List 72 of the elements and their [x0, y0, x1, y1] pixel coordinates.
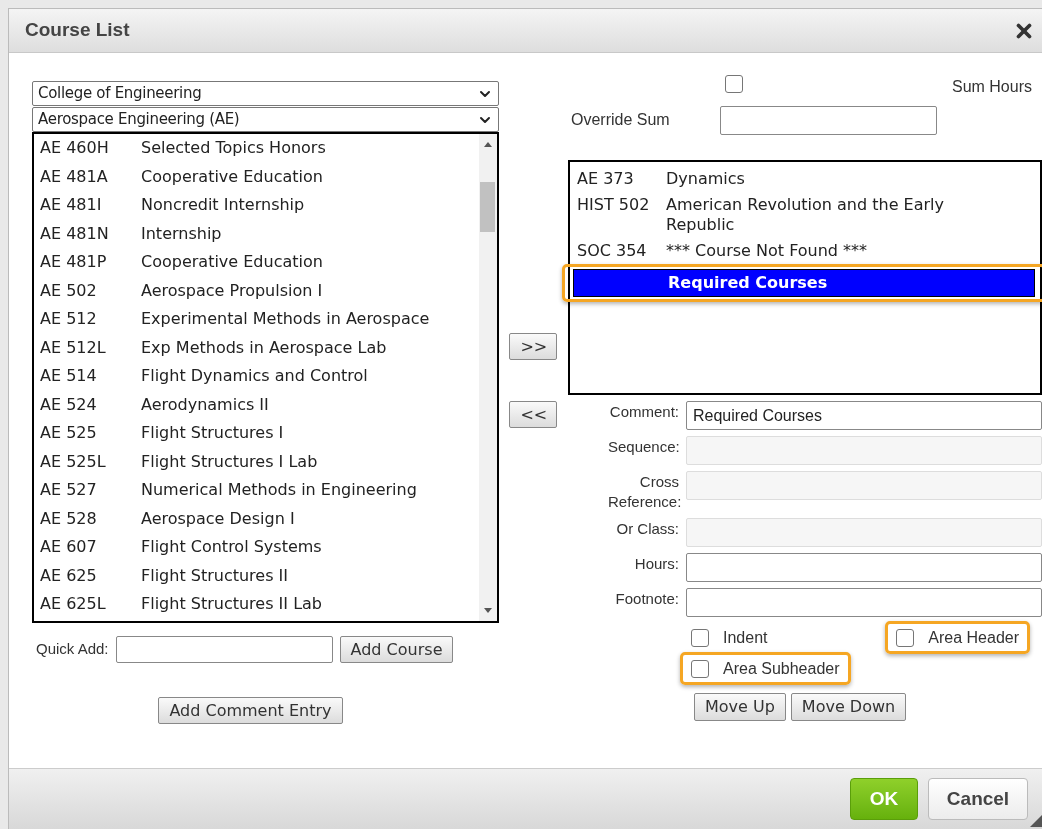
course-title[interactable]: Internship [141, 221, 222, 246]
course-title[interactable]: Flight Structures I Lab [141, 449, 318, 474]
field-label: Sequence: [607, 437, 679, 457]
course-title[interactable]: Flight Structures II [141, 563, 289, 588]
cancel-button[interactable]: Cancel [928, 778, 1028, 820]
course-title[interactable]: Numerical Methods in Engineering [141, 478, 417, 503]
quick-add-label: Quick Add: [36, 639, 109, 660]
course-code[interactable]: AE 512 [40, 307, 141, 332]
course-code[interactable]: AE 528 [40, 506, 141, 531]
course-title[interactable]: Flight Control Systems [141, 535, 322, 560]
move-button[interactable]: Move Down [790, 693, 907, 721]
scrollbar[interactable] [478, 134, 497, 621]
checkbox[interactable] [691, 659, 709, 678]
course-title[interactable]: Cooperative Education [141, 250, 323, 275]
field-label: Footnote: [614, 589, 679, 609]
course-title[interactable]: Aerospace Propulsion I [141, 278, 323, 303]
course-code[interactable]: AE 481P [40, 250, 141, 275]
form-field[interactable]: Required Courses [686, 401, 1042, 430]
field-label: Or Class: [615, 519, 679, 539]
checkbox[interactable] [896, 628, 915, 647]
course-code[interactable]: AE 625L [40, 592, 141, 617]
quick-add-field[interactable] [115, 636, 333, 663]
override-sum-field[interactable] [720, 105, 937, 135]
selected-course-row[interactable]: AE 373 Dynamics [572, 166, 1040, 192]
course-code[interactable]: AE 607 [40, 535, 141, 560]
checkbox-label: Area Subheader [723, 658, 840, 679]
add-comment-button[interactable]: Add Comment Entry [158, 697, 343, 724]
course-code[interactable]: AE 502 [40, 278, 141, 303]
remove-button[interactable]: << [509, 401, 558, 428]
course-code[interactable]: AE 514 [40, 364, 141, 389]
course-code[interactable]: AE 460H [40, 136, 141, 161]
checkbox-label: Indent [723, 627, 768, 648]
course-title[interactable]: Exp Methods in Aerospace Lab [141, 335, 387, 360]
form-field[interactable] [686, 588, 1042, 617]
dropdown[interactable]: Aerospace Engineering (AE) [32, 107, 499, 132]
scrollbar-thumb[interactable] [480, 182, 496, 232]
checkbox[interactable] [691, 628, 709, 647]
course-title[interactable]: Aerospace Design I [141, 506, 295, 531]
field-label: Cross Reference: [607, 472, 679, 512]
dropdown[interactable]: College of Engineering [32, 81, 499, 106]
course-title[interactable]: Flight Dynamics and Control [141, 364, 368, 389]
sum-hours-label: Sum Hours [951, 77, 1032, 97]
add-button[interactable]: >> [509, 333, 558, 360]
course-code[interactable]: AE 527 [40, 478, 141, 503]
selected-course-row[interactable]: Required Courses [573, 269, 1035, 297]
course-code[interactable]: AE 481N [40, 221, 141, 246]
form-field[interactable] [686, 553, 1042, 582]
checkbox-label: Area Header [928, 627, 1019, 648]
course-title[interactable]: Selected Topics Honors [141, 136, 326, 161]
course-title[interactable]: Cooperative Education [141, 164, 323, 189]
move-button[interactable]: Move Up [694, 693, 786, 721]
course-title[interactable]: Noncredit Internship [141, 193, 305, 218]
override-sum-label: Override Sum [571, 110, 671, 130]
course-code[interactable]: AE 512L [40, 335, 141, 360]
resize-grip-icon [1030, 815, 1042, 827]
course-code[interactable]: AE 481A [40, 164, 141, 189]
course-code[interactable]: AE 481I [40, 193, 141, 218]
checkbox[interactable] [725, 75, 743, 93]
field-label: Comment: [608, 402, 679, 422]
course-code[interactable]: AE 525L [40, 449, 141, 474]
course-title[interactable]: Flight Structures I [141, 421, 284, 446]
course-code[interactable]: AE 625 [40, 563, 141, 588]
course-title[interactable]: Experimental Methods in Aerospace [141, 307, 430, 332]
course-title[interactable]: Aerodynamics II [141, 392, 269, 417]
field-label: Hours: [633, 554, 679, 574]
course-title[interactable]: Flight Structures II Lab [141, 592, 322, 617]
course-code[interactable]: AE 525 [40, 421, 141, 446]
window-title: Course List [25, 18, 130, 43]
course-code[interactable]: AE 524 [40, 392, 141, 417]
add-course-button[interactable]: Add Course [339, 636, 454, 663]
selected-course-row[interactable]: SOC 354 *** Course Not Found *** [572, 238, 1040, 264]
selected-course-row[interactable]: HIST 502 American Revolution and the Early Republic [572, 192, 1040, 238]
